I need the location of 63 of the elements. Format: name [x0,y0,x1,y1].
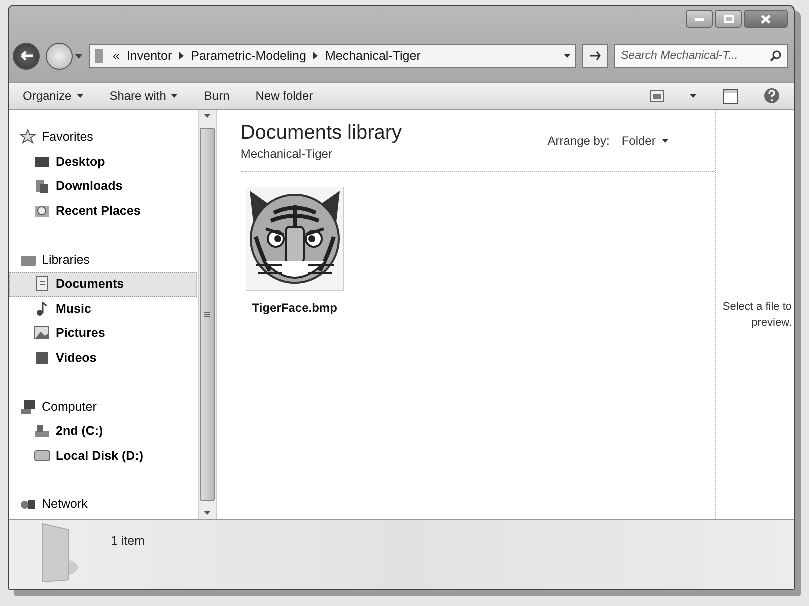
folder-icon [34,178,51,194]
maximize-icon [724,15,734,23]
navigation-item[interactable]: Documents [9,272,197,297]
star-icon [20,129,37,146]
toolbar-button[interactable]: Organize [23,87,84,105]
navigation-item[interactable]: Videos [9,346,197,370]
breadcrumb-link[interactable]: Parametric-Modeling [191,49,306,63]
folder-icon [94,48,106,64]
scrollbar[interactable] [198,110,217,519]
toolbar-button[interactable]: Burn [204,87,230,105]
caret-icon [564,54,571,58]
search-field[interactable]: Search Mechanical-T... [614,44,788,68]
navigation-item[interactable]: Favorites [9,125,198,150]
navigation-item[interactable]: 2nd (C:) [9,418,197,444]
breadcrumb-link[interactable]: Inventor [126,49,172,63]
drive-icon [34,423,51,440]
navigation-item[interactable]: Pictures [9,321,197,346]
maximize-button[interactable] [715,10,742,28]
toolbar-button[interactable]: New folder [256,87,314,105]
grip-icon [204,312,210,318]
arrange-by-label: Arrange by: [548,134,610,148]
breadcrumb-overflow[interactable]: « [113,49,120,63]
forward-button[interactable] [46,42,73,70]
caret-icon [204,511,211,515]
chevron-icon [313,52,318,60]
back-button[interactable] [13,42,40,70]
navigation-item[interactable]: Network [9,492,198,517]
computer-icon [20,398,37,415]
item-count: 1 item [111,534,146,548]
navigation-item[interactable]: Music [9,296,197,322]
caret-icon[interactable] [75,54,83,58]
close-button[interactable] [744,10,788,28]
file-item[interactable]: TigerFace.bmp [240,184,349,318]
view-icon[interactable] [650,90,664,102]
navigation-item[interactable]: Desktop [9,150,197,174]
library-title: Documents library [240,122,402,145]
close-icon [761,14,771,24]
toolbar-button[interactable]: Share with [110,87,178,105]
help-icon[interactable] [764,88,780,104]
disk-drive-icon [34,448,51,464]
search-icon [770,50,782,62]
preview-pane-icon[interactable] [723,88,738,104]
arrow-left-icon [20,51,32,61]
refresh-button[interactable] [582,44,608,68]
picture-icon [34,325,51,342]
document-icon [34,276,51,292]
chevron-icon [179,52,184,60]
library-subtitle: Mechanical-Tiger [240,147,334,161]
preview-message: Select a file to preview. [722,300,792,330]
navigation-item[interactable]: Recent Places [9,198,197,224]
breadcrumb-link[interactable]: Mechanical-Tiger [325,49,421,63]
arrow-right-icon [588,50,602,62]
navigation-item[interactable]: Downloads [9,174,197,199]
arrange-by-dropdown[interactable]: Folder [622,134,669,148]
minimize-icon [695,18,704,20]
navigation-item[interactable]: Libraries [9,247,198,272]
caret-icon [662,139,669,143]
navigation-item[interactable]: Local Disk (D:) [9,444,197,468]
caret-icon [690,94,697,98]
caret-icon [204,114,211,118]
navigation-item[interactable]: Computer [9,394,198,419]
minimize-button[interactable] [686,10,713,28]
address-bar[interactable]: « Inventor Parametric-Modeling Mechanical-Tiger [89,44,576,68]
